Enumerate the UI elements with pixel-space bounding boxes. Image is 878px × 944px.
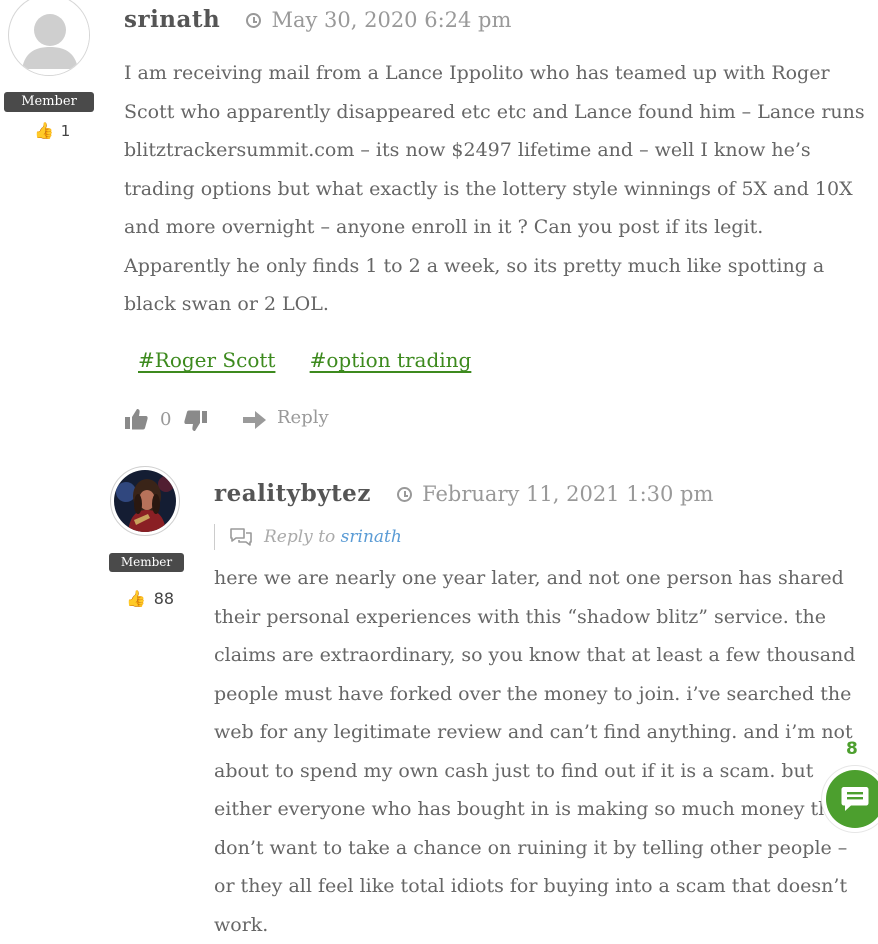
comment-tags: #Roger Scott #option trading [138,348,471,372]
member-badge: Member [4,92,94,112]
avatar[interactable] [8,0,90,76]
author-likes: 👍 1 [34,121,70,140]
comment-header: realitybytez February 11, 2021 1:30 pm [214,480,713,507]
comment-date[interactable]: February 11, 2021 1:30 pm [422,482,713,506]
tag-link[interactable]: #option trading [310,348,472,372]
reply-to-divider [214,524,215,550]
author-likes: 👍 88 [126,589,174,608]
avatar[interactable] [110,466,180,536]
default-avatar-icon [10,0,89,75]
comment-actions: 0 Reply [124,405,354,433]
chat-bubble-icon [841,787,869,811]
reply-to-label: Reply to [264,527,336,547]
comment-author[interactable]: srinath [124,6,220,33]
thumbs-up-vote-icon[interactable] [124,407,148,431]
comment-author[interactable]: realitybytez [214,480,371,507]
tag-link[interactable]: #Roger Scott [138,348,275,372]
thumbs-up-icon: 👍 [34,121,54,140]
comments-fab-button[interactable] [826,770,878,828]
reply-button[interactable]: Reply [277,407,329,428]
comments-icon [230,528,252,546]
reply-to-user-link[interactable]: srinath [341,527,402,547]
comment-header: srinath May 30, 2020 6:24 pm [124,6,511,33]
member-badge: Member [109,553,184,572]
clock-icon [246,13,262,28]
user-photo-icon [114,470,176,532]
thumbs-up-icon: 👍 [126,589,146,608]
reply-arrow-icon[interactable] [241,409,267,431]
comment-body: I am receiving mail from a Lance Ippolit… [124,62,865,315]
clock-icon [397,487,413,502]
thumbs-down-vote-icon[interactable] [184,409,208,433]
likes-count: 88 [153,589,175,608]
likes-count: 1 [60,122,71,140]
reply-to-line: Reply to srinath [264,527,402,547]
comment-date[interactable]: May 30, 2020 6:24 pm [271,8,511,32]
comment-body: here we are nearly one year later, and n… [214,567,856,936]
comments-count-badge: 8 [846,739,858,759]
vote-count: 0 [160,409,172,430]
